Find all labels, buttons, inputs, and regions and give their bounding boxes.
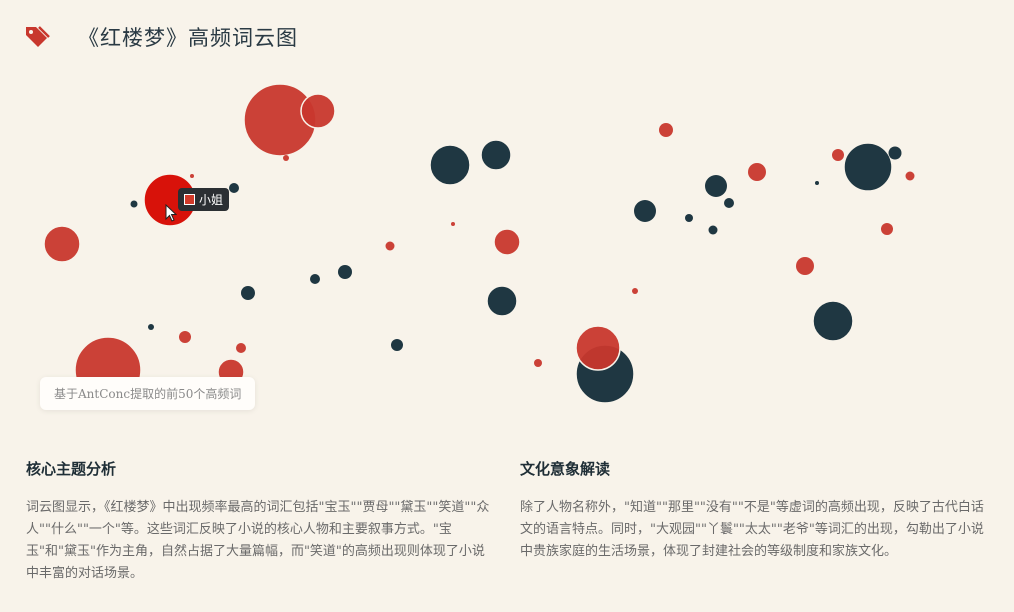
word-bubble[interactable] — [705, 175, 727, 197]
word-bubble[interactable] — [310, 274, 320, 284]
word-bubble[interactable] — [130, 200, 138, 208]
cultural-imagery-section: 文化意象解读 除了人物名称外，"知道""那里""没有""不是"等虚词的高频出现，… — [520, 458, 990, 563]
word-bubble[interactable] — [300, 93, 336, 129]
word-bubble[interactable] — [229, 183, 239, 193]
word-bubble[interactable] — [241, 286, 255, 300]
word-bubble[interactable] — [385, 241, 395, 251]
bubble-chart[interactable] — [0, 70, 1014, 415]
word-bubble[interactable] — [812, 300, 854, 342]
section-text: 词云图显示，《红楼梦》中出现频率最高的词汇包括"宝玉""贾母""黛玉""笑道""… — [26, 500, 490, 581]
word-bubble[interactable] — [685, 214, 693, 222]
page-title: 《红楼梦》高频词云图 — [78, 26, 298, 50]
word-bubble[interactable] — [905, 171, 915, 181]
word-bubble[interactable] — [283, 155, 289, 161]
word-bubble[interactable] — [724, 198, 734, 208]
word-bubble[interactable] — [236, 343, 246, 353]
word-bubble[interactable] — [634, 200, 656, 222]
word-bubble[interactable] — [815, 181, 819, 185]
word-bubble[interactable] — [708, 225, 718, 235]
word-bubble[interactable] — [659, 123, 673, 137]
word-cloud-bubbles[interactable]: 小姐 — [0, 70, 1014, 415]
word-bubble[interactable] — [632, 288, 638, 294]
word-bubble[interactable] — [575, 325, 621, 371]
word-bubble[interactable] — [391, 339, 403, 351]
tag-icon — [24, 24, 50, 50]
tooltip-label: 小姐 — [199, 193, 224, 207]
bubble-tooltip: 小姐 — [178, 188, 230, 211]
section-title: 核心主题分析 — [26, 460, 117, 478]
word-bubble[interactable] — [338, 265, 352, 279]
word-bubble[interactable] — [748, 163, 766, 181]
word-bubble[interactable] — [451, 222, 455, 226]
core-theme-section: 核心主题分析 词云图显示，《红楼梦》中出现频率最高的词汇包括"宝玉""贾母""黛… — [26, 458, 496, 585]
word-bubble[interactable] — [148, 324, 154, 330]
word-bubble[interactable] — [429, 144, 471, 186]
section-title: 文化意象解读 — [520, 460, 611, 478]
chart-caption: 基于AntConc提取的前50个高频词 — [40, 377, 256, 410]
word-bubble[interactable] — [843, 142, 893, 192]
word-bubble[interactable] — [493, 228, 521, 256]
word-bubble[interactable] — [888, 146, 902, 160]
legend-swatch — [184, 194, 195, 205]
word-bubble[interactable] — [486, 285, 518, 317]
word-bubble[interactable] — [480, 139, 512, 171]
word-bubble[interactable] — [179, 331, 191, 343]
mouse-cursor-icon — [165, 204, 177, 222]
word-bubble[interactable] — [881, 223, 893, 235]
word-bubble[interactable] — [190, 174, 194, 178]
word-bubble[interactable] — [534, 359, 542, 367]
page-header: 《红楼梦》高频词云图 — [24, 22, 298, 52]
section-text: 除了人物名称外，"知道""那里""没有""不是"等虚词的高频出现，反映了古代白话… — [520, 500, 984, 559]
word-bubble[interactable] — [832, 149, 844, 161]
word-bubble[interactable] — [796, 257, 814, 275]
word-bubble[interactable] — [43, 225, 81, 263]
